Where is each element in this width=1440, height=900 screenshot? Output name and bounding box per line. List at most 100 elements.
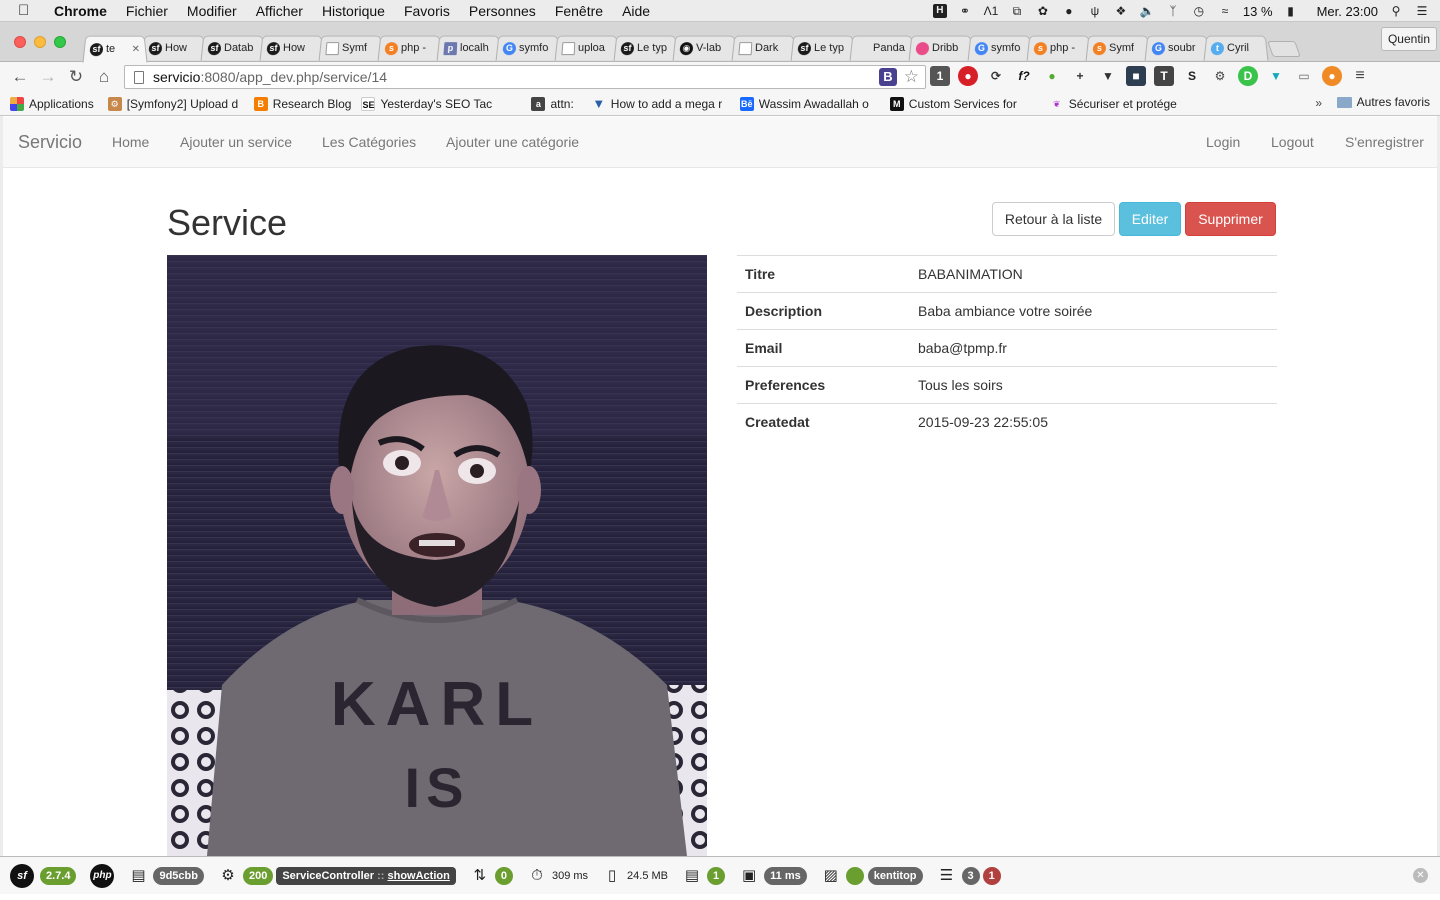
- bookmark-applications[interactable]: Applications: [10, 96, 94, 111]
- bluetooth-icon[interactable]: ᛉ: [1165, 4, 1181, 18]
- bookmark-mega-menu[interactable]: ▼ How to add a mega r: [592, 97, 730, 111]
- security-block[interactable]: ▨ kentitop: [821, 866, 923, 886]
- tab[interactable]: sf How: [141, 35, 207, 61]
- battery-icon[interactable]: ▮: [1283, 4, 1299, 18]
- bookmarks-overflow-chevron[interactable]: »: [1315, 96, 1322, 110]
- volume-icon[interactable]: 🔈: [1139, 4, 1155, 18]
- battery-percent[interactable]: 13 %: [1243, 4, 1273, 19]
- evernote-icon[interactable]: ●: [1061, 4, 1077, 18]
- tab[interactable]: Symf: [318, 35, 384, 61]
- settings-extension-icon[interactable]: ⚙: [1210, 66, 1230, 86]
- bookmark-symfony-upload[interactable]: ⚙ [Symfony2] Upload d: [107, 96, 244, 111]
- time-block[interactable]: ⏱ 309 ms: [527, 866, 588, 886]
- navbar-brand[interactable]: Servicio: [18, 132, 82, 153]
- nav-link-login[interactable]: Login: [1206, 134, 1240, 150]
- menu-historique[interactable]: Historique: [322, 3, 385, 19]
- creative-cloud-icon[interactable]: ⚭: [957, 4, 973, 18]
- tab[interactable]: Dribb: [908, 35, 974, 61]
- edit-button[interactable]: Editer: [1119, 202, 1181, 236]
- profile-button[interactable]: Quentin: [1380, 27, 1437, 51]
- dropbox-icon[interactable]: ❖: [1113, 4, 1129, 18]
- close-window-button[interactable]: [14, 36, 26, 48]
- bookmark-research-blog[interactable]: B Research Blog: [253, 96, 351, 111]
- delete-button[interactable]: Supprimer: [1185, 202, 1276, 236]
- tab[interactable]: Gsymfo: [495, 35, 561, 61]
- adobe-icon[interactable]: Λ1: [983, 4, 999, 18]
- tab[interactable]: sf Le typ: [613, 35, 679, 61]
- php-block[interactable]: php: [90, 863, 115, 888]
- tab[interactable]: sf How: [259, 35, 325, 61]
- nav-link-register[interactable]: S'enregistrer: [1345, 134, 1424, 150]
- bookmark-seo-tactics[interactable]: SE Yesterday's SEO Tac: [361, 96, 521, 111]
- tab[interactable]: t Cyril: [1203, 35, 1269, 61]
- close-toolbar-icon[interactable]: ✕: [1413, 868, 1428, 883]
- evernote-extension-icon[interactable]: ●: [1042, 66, 1062, 86]
- tab[interactable]: uploa: [554, 35, 620, 61]
- tab[interactable]: Panda: [849, 35, 915, 61]
- h-app-icon[interactable]: H: [932, 4, 947, 18]
- address-bar[interactable]: servicio:8080/app_dev.php/service/14 B ☆: [124, 65, 926, 89]
- back-to-list-button[interactable]: Retour à la liste: [992, 202, 1115, 236]
- tab-active[interactable]: sf te ✕: [82, 35, 148, 63]
- menu-modifier[interactable]: Modifier: [187, 3, 237, 19]
- request-block[interactable]: ⚙ 200 ServiceController :: showAction: [218, 866, 456, 886]
- onetab-extension-icon[interactable]: 1: [930, 66, 950, 86]
- sync-extension-icon[interactable]: ⟳: [986, 66, 1006, 86]
- ajax-block[interactable]: ⇅ 0: [470, 866, 513, 886]
- nav-link-logout[interactable]: Logout: [1271, 134, 1314, 150]
- menu-personnes[interactable]: Personnes: [469, 3, 536, 19]
- bookmark-custom-services[interactable]: M Custom Services for: [889, 96, 1030, 111]
- tab-close-icon[interactable]: ✕: [131, 44, 140, 55]
- bookmark-attn[interactable]: a attn:: [531, 96, 574, 111]
- bookmark-other-folder[interactable]: Autres favoris: [1336, 95, 1430, 109]
- tab[interactable]: Gsoubr: [1144, 35, 1210, 61]
- cast-icon[interactable]: ▭: [1294, 66, 1314, 86]
- spotlight-search-icon[interactable]: ⚲: [1388, 4, 1404, 18]
- usb-icon[interactable]: ψ: [1087, 4, 1103, 18]
- menu-fichier[interactable]: Fichier: [126, 3, 168, 19]
- nav-link-categories[interactable]: Les Catégories: [322, 134, 416, 150]
- vue-extension-icon[interactable]: ▼: [1266, 66, 1286, 86]
- menu-favoris[interactable]: Favoris: [404, 3, 450, 19]
- whatfont-extension-icon[interactable]: f?: [1014, 66, 1034, 86]
- bookmark-behance[interactable]: Bē Wassim Awadallah o: [739, 96, 880, 111]
- clock[interactable]: Mer. 23:00: [1317, 4, 1378, 19]
- bootstrap-extension-icon[interactable]: B: [879, 68, 897, 86]
- apple-icon[interactable]: : [18, 2, 38, 19]
- nav-link-add-service[interactable]: Ajouter un service: [180, 134, 292, 150]
- reload-icon[interactable]: ↻: [62, 67, 90, 87]
- green-extension-icon[interactable]: D: [1238, 66, 1258, 86]
- notification-center-icon[interactable]: ☰: [1414, 4, 1430, 18]
- home-icon[interactable]: ⌂: [90, 67, 118, 87]
- wifi-icon[interactable]: ≈: [1217, 4, 1233, 18]
- chrome-menu-icon[interactable]: ≡: [1350, 66, 1370, 86]
- menu-app-name[interactable]: Chrome: [54, 3, 107, 19]
- screenshot-icon[interactable]: ⧉: [1009, 4, 1025, 18]
- token-block[interactable]: ▤ 9d5cbb: [128, 866, 204, 886]
- nav-link-add-category[interactable]: Ajouter une catégorie: [446, 134, 579, 150]
- minimize-window-button[interactable]: [34, 36, 46, 48]
- menu-aide[interactable]: Aide: [622, 3, 650, 19]
- twig-block[interactable]: ▣ 11 ms: [739, 866, 807, 886]
- nav-link-home[interactable]: Home: [112, 134, 149, 150]
- tab[interactable]: Gsymfo: [967, 35, 1033, 61]
- forward-arrow-icon[interactable]: →: [34, 67, 62, 87]
- pocket-extension-icon[interactable]: ▼: [1098, 66, 1118, 86]
- zoom-window-button[interactable]: [54, 36, 66, 48]
- symfony-extension-icon[interactable]: S: [1182, 66, 1202, 86]
- tab[interactable]: sf Datab: [200, 35, 266, 61]
- back-arrow-icon[interactable]: ←: [6, 67, 34, 87]
- tab[interactable]: ◉ V-lab: [672, 35, 738, 61]
- doctrine-block[interactable]: ☰ 3 1: [937, 866, 1001, 886]
- sf-version-block[interactable]: sf 2.7.4: [10, 863, 77, 888]
- menu-afficher[interactable]: Afficher: [256, 3, 303, 19]
- tab[interactable]: s Symf: [1085, 35, 1151, 61]
- tab[interactable]: sf Le typ: [790, 35, 856, 61]
- bookmark-securiser[interactable]: ❦ Sécuriser et protége: [1050, 97, 1190, 111]
- adblock-extension-icon[interactable]: ●: [958, 66, 978, 86]
- typewolf-extension-icon[interactable]: T: [1154, 66, 1174, 86]
- new-tab-button[interactable]: [1267, 41, 1301, 57]
- bookmark-star-icon[interactable]: ☆: [904, 67, 919, 87]
- orange-extension-icon[interactable]: ●: [1322, 66, 1342, 86]
- color-picker-extension-icon[interactable]: ■: [1126, 66, 1146, 86]
